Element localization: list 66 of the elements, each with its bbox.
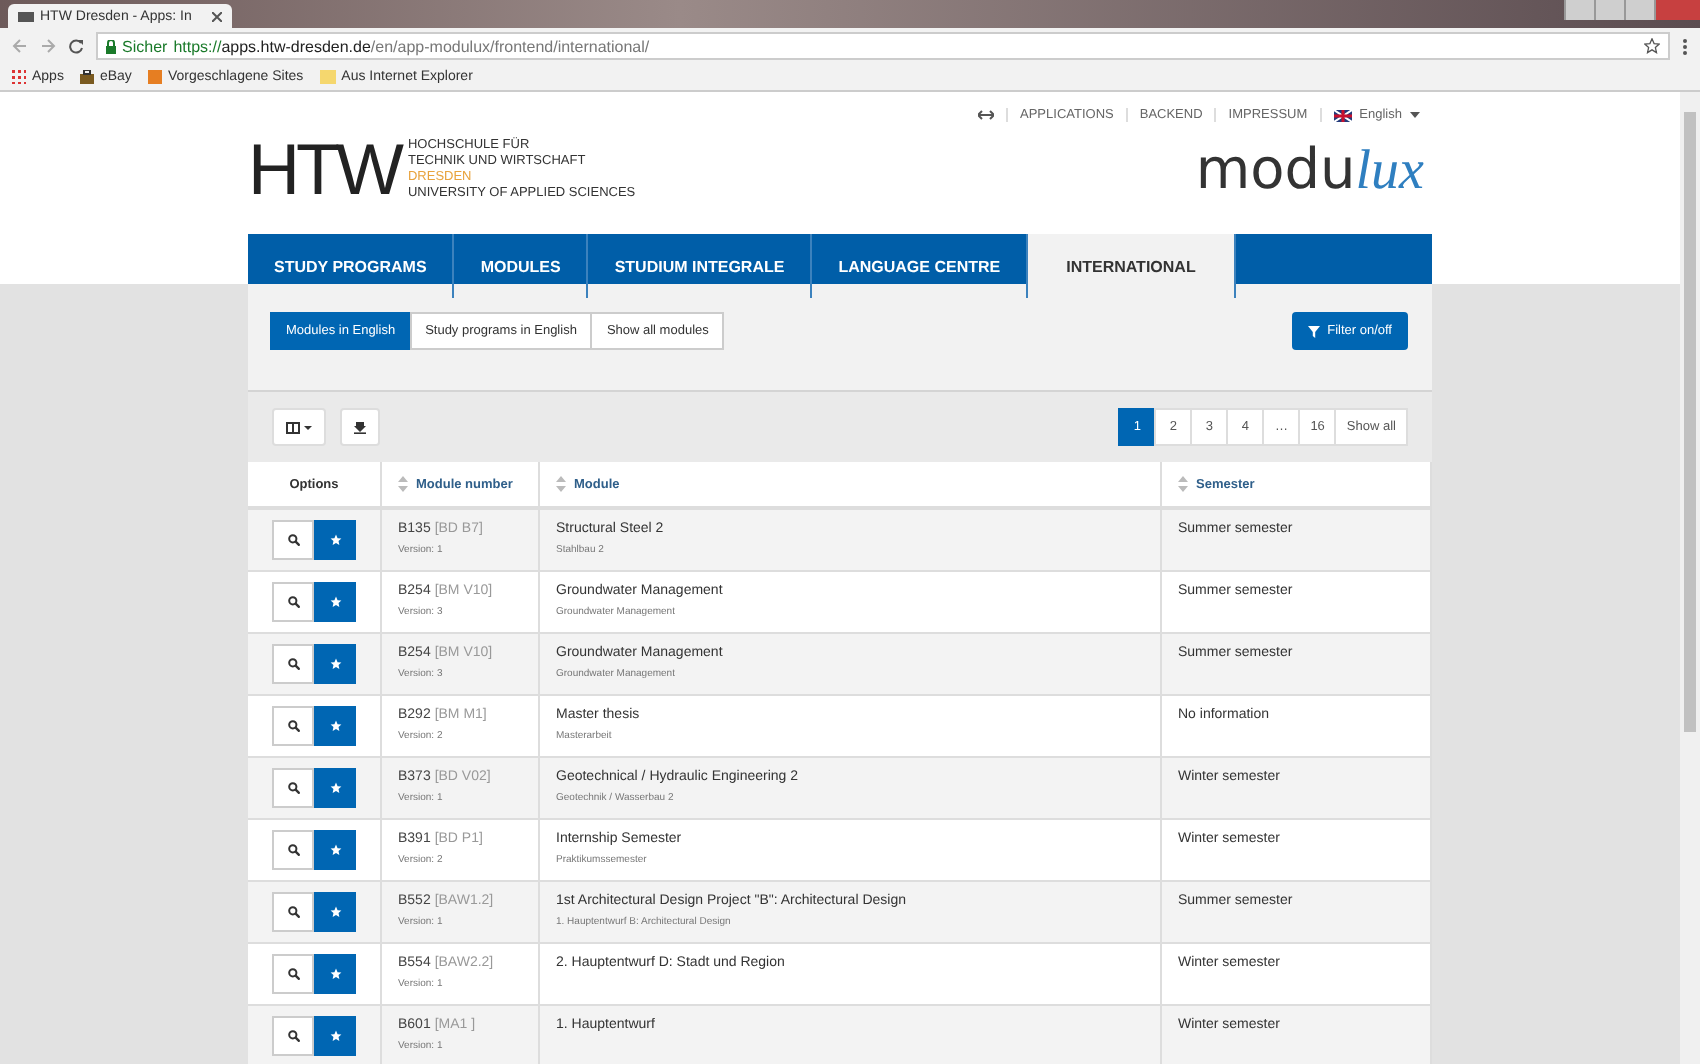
caret-icon	[304, 425, 312, 429]
nav-tab[interactable]: INTERNATIONAL	[1028, 234, 1236, 298]
favorite-button[interactable]	[314, 643, 356, 683]
scrollbar[interactable]	[1680, 92, 1700, 1064]
star-icon	[329, 781, 341, 793]
sort-icon	[1178, 476, 1188, 492]
favorite-button[interactable]	[314, 705, 356, 745]
search-icon	[287, 534, 299, 546]
favorite-button[interactable]	[314, 829, 356, 869]
view-button[interactable]	[272, 705, 314, 745]
favorite-button[interactable]	[314, 953, 356, 993]
shopping-bag-icon	[79, 70, 94, 84]
view-button[interactable]	[272, 891, 314, 931]
sort-icon	[398, 476, 408, 492]
menu-icon[interactable]	[1682, 37, 1688, 55]
app-logo: modulux	[1195, 136, 1424, 204]
logo-mark: HTW	[248, 134, 400, 206]
star-icon	[329, 595, 341, 607]
double-arrow-icon[interactable]	[978, 110, 995, 120]
caret-icon	[1410, 112, 1420, 118]
lock-icon	[106, 39, 116, 53]
funnel-icon	[1307, 325, 1320, 337]
favorite-button[interactable]	[314, 581, 356, 621]
folder-icon	[319, 70, 336, 84]
bookmark-tile-icon	[147, 70, 162, 84]
address-bar[interactable]: Sicher https://apps.htw-dresden.de/en/app-modulux/frontend/international/	[96, 32, 1670, 60]
favorite-button[interactable]	[314, 767, 356, 807]
apps-grid-icon	[12, 70, 26, 84]
columns-button[interactable]	[272, 408, 326, 446]
star-icon	[329, 843, 341, 855]
view-button[interactable]	[272, 520, 314, 560]
favorite-button[interactable]	[314, 1015, 356, 1055]
star-icon	[329, 1029, 341, 1041]
search-icon	[287, 595, 299, 607]
favorite-button[interactable]	[314, 520, 356, 560]
view-button[interactable]	[272, 643, 314, 683]
url-text: https://apps.htw-dresden.de/en/app-modulux/frontend/international/	[173, 37, 650, 55]
secure-label: Sicher	[122, 37, 168, 55]
favorite-button[interactable]	[314, 891, 356, 931]
sort-icon	[556, 476, 566, 492]
search-icon	[287, 905, 299, 917]
view-button[interactable]	[272, 829, 314, 869]
bookmark-star-icon[interactable]	[1644, 38, 1660, 54]
view-button[interactable]	[272, 767, 314, 807]
download-icon	[354, 421, 366, 433]
scrollbar-thumb[interactable]	[1684, 112, 1696, 732]
download-button[interactable]	[340, 408, 380, 446]
view-button[interactable]	[272, 1015, 314, 1055]
star-icon	[329, 967, 341, 979]
flag-icon	[1333, 109, 1352, 121]
columns-icon	[286, 421, 300, 433]
search-icon	[287, 781, 299, 793]
search-icon	[287, 657, 299, 669]
view-button[interactable]	[272, 953, 314, 993]
close-icon[interactable]	[212, 11, 222, 21]
search-icon	[287, 719, 299, 731]
search-icon	[287, 967, 299, 979]
view-button[interactable]	[272, 581, 314, 621]
search-icon	[287, 1029, 299, 1041]
star-icon	[329, 719, 341, 731]
reload-icon[interactable]	[68, 38, 84, 54]
star-icon	[329, 657, 341, 669]
favicon-icon	[18, 11, 34, 21]
star-icon	[329, 534, 341, 546]
search-icon	[287, 843, 299, 855]
star-icon	[329, 905, 341, 917]
